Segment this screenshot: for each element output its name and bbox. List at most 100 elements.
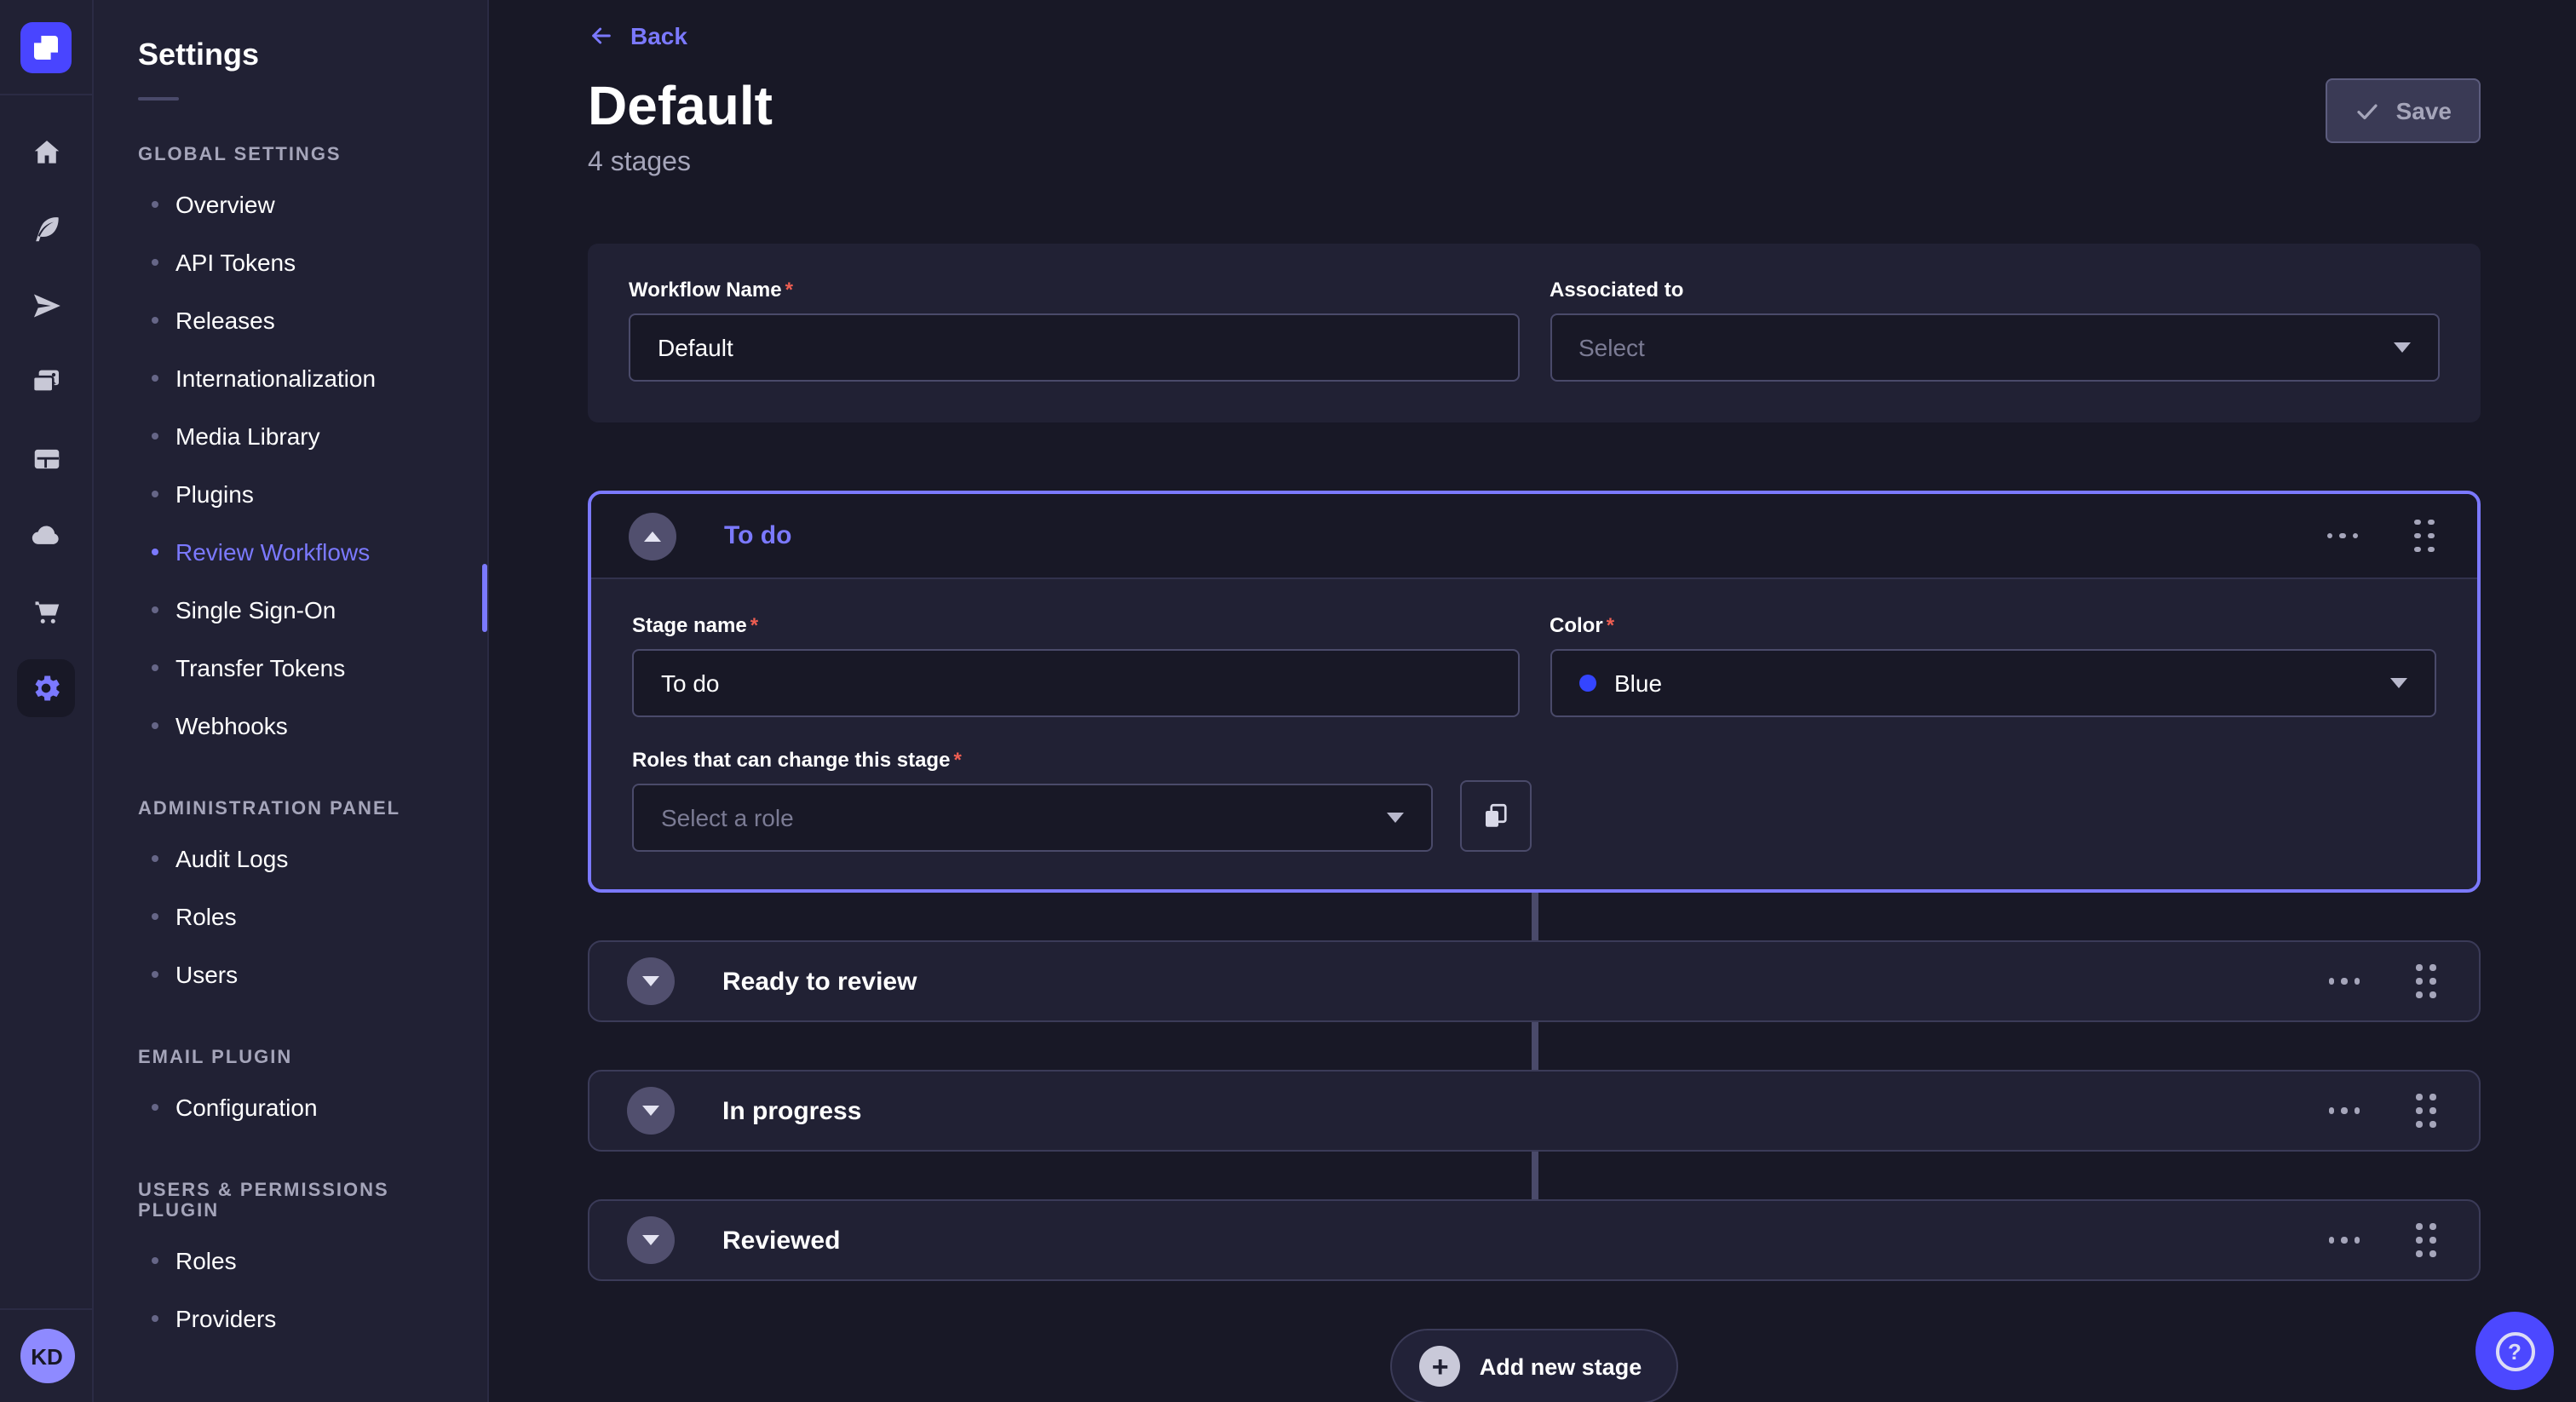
drag-handle-icon[interactable] — [2411, 1218, 2441, 1262]
sidebar-item-api-tokens[interactable]: API Tokens — [94, 233, 487, 291]
roles-select[interactable]: Select a role — [632, 784, 1433, 852]
bullet-icon — [152, 433, 158, 440]
stage-options-icon[interactable] — [2320, 526, 2365, 546]
stage-body-to-do: Stage name* Color* Blue — [591, 579, 2477, 889]
color-select[interactable]: Blue — [1550, 649, 2436, 717]
bullet-icon — [152, 855, 158, 862]
copy-icon — [1481, 801, 1511, 831]
stage-options-icon[interactable] — [2321, 1231, 2366, 1250]
section-header-users-permissions-plugin: USERS & PERMISSIONS PLUGIN — [138, 1181, 460, 1221]
main-content: Back Default 4 stages Save Workflow Name… — [489, 0, 2576, 1402]
check-icon — [2355, 98, 2381, 124]
stage-card-reviewed[interactable]: Reviewed — [588, 1199, 2481, 1281]
sidebar-item-up-roles[interactable]: Roles — [94, 1232, 487, 1290]
triangle-up-icon — [644, 531, 661, 541]
deploy-cloud-icon[interactable] — [17, 506, 75, 564]
stage-count-subtitle: 4 stages — [588, 148, 773, 179]
triangle-down-icon — [642, 1235, 659, 1245]
stage-name-input[interactable] — [632, 649, 1519, 717]
sidebar-item-internationalization[interactable]: Internationalization — [94, 349, 487, 407]
plus-icon: + — [1420, 1346, 1461, 1387]
sidebar-item-label: Overview — [175, 191, 275, 218]
workflow-name-field-group: Workflow Name* — [629, 278, 1519, 382]
bullet-icon — [152, 1315, 158, 1322]
content-type-builder-icon[interactable] — [17, 429, 75, 487]
associated-to-label-text: Associated to — [1550, 278, 1683, 302]
workflow-form-card: Workflow Name* Associated to Select — [588, 244, 2481, 422]
stage-options-icon[interactable] — [2321, 1101, 2366, 1121]
sidebar-item-up-providers[interactable]: Providers — [94, 1290, 487, 1347]
stage-header-to-do[interactable]: To do — [591, 494, 2477, 579]
save-label: Save — [2396, 97, 2452, 124]
sidebar-item-label: Providers — [175, 1305, 276, 1332]
section-header-administration-panel: ADMINISTRATION PANEL — [138, 799, 460, 819]
drag-handle-icon[interactable] — [2411, 1089, 2441, 1133]
sidebar-item-releases[interactable]: Releases — [94, 291, 487, 349]
color-select-value: Blue — [1614, 669, 1662, 697]
stage-connector-line — [1531, 882, 1538, 1240]
sidebar-item-label: Media Library — [175, 422, 320, 450]
required-asterisk: * — [953, 748, 961, 772]
chevron-down-icon — [2394, 342, 2411, 353]
roles-label: Roles that can change this stage* — [632, 748, 1433, 772]
sidebar-item-label: Transfer Tokens — [175, 654, 345, 681]
expand-toggle-icon[interactable] — [627, 957, 675, 1005]
back-link[interactable]: Back — [588, 22, 687, 49]
home-icon[interactable] — [17, 123, 75, 181]
content-manager-icon[interactable] — [17, 199, 75, 257]
drag-handle-icon[interactable] — [2411, 959, 2441, 1003]
chevron-down-icon — [2390, 678, 2407, 688]
sidebar-item-plugins[interactable]: Plugins — [94, 465, 487, 523]
bullet-icon — [152, 491, 158, 497]
media-library-icon[interactable] — [17, 353, 75, 411]
sidebar-item-media-library[interactable]: Media Library — [94, 407, 487, 465]
releases-icon[interactable] — [17, 276, 75, 334]
save-button[interactable]: Save — [2326, 78, 2481, 143]
section-header-email-plugin: EMAIL PLUGIN — [138, 1048, 460, 1068]
add-new-stage-button[interactable]: + Add new stage — [1391, 1329, 1678, 1402]
bullet-icon — [152, 1104, 158, 1111]
associated-to-placeholder: Select — [1578, 334, 1645, 361]
stage-card-ready-to-review[interactable]: Ready to review — [588, 940, 2481, 1022]
workflow-name-input[interactable] — [629, 313, 1519, 382]
sidebar-item-label: Releases — [175, 307, 275, 334]
expand-toggle-icon[interactable] — [627, 1087, 675, 1135]
sidebar-item-webhooks[interactable]: Webhooks — [94, 697, 487, 755]
stage-title: In progress — [722, 1096, 861, 1125]
back-label: Back — [630, 22, 687, 49]
sidebar-item-label: Roles — [175, 1247, 237, 1274]
associated-to-label: Associated to — [1550, 278, 2440, 302]
strapi-logo[interactable] — [20, 22, 72, 73]
bullet-icon — [152, 317, 158, 324]
sidebar-item-review-workflows[interactable]: Review Workflows — [94, 523, 487, 581]
stage-name-label: Stage name* — [632, 613, 1519, 637]
duplicate-stage-button[interactable] — [1460, 780, 1532, 852]
stage-name-label-text: Stage name — [632, 613, 747, 637]
user-avatar[interactable]: KD — [20, 1329, 74, 1383]
sidebar-scrollbar-thumb[interactable] — [482, 564, 487, 632]
sidebar-item-label: API Tokens — [175, 249, 296, 276]
triangle-down-icon — [642, 1106, 659, 1116]
marketplace-cart-icon[interactable] — [17, 583, 75, 641]
stage-card-in-progress[interactable]: In progress — [588, 1070, 2481, 1152]
associated-to-select[interactable]: Select — [1550, 313, 2440, 382]
stage-title: Reviewed — [722, 1226, 840, 1255]
sidebar-item-overview[interactable]: Overview — [94, 175, 487, 233]
sidebar-item-label: Users — [175, 961, 238, 988]
stage-name-field-group: Stage name* — [632, 613, 1519, 717]
help-button[interactable]: ? — [2475, 1312, 2554, 1390]
settings-gear-icon[interactable] — [17, 659, 75, 717]
sidebar-item-email-configuration[interactable]: Configuration — [94, 1078, 487, 1136]
sidebar-item-admin-users[interactable]: Users — [94, 945, 487, 1003]
sidebar-item-audit-logs[interactable]: Audit Logs — [94, 830, 487, 888]
sidebar-item-transfer-tokens[interactable]: Transfer Tokens — [94, 639, 487, 697]
bullet-icon — [152, 549, 158, 555]
bullet-icon — [152, 913, 158, 920]
drag-handle-icon[interactable] — [2409, 514, 2440, 558]
stage-options-icon[interactable] — [2321, 972, 2366, 991]
bullet-icon — [152, 664, 158, 671]
sidebar-item-single-sign-on[interactable]: Single Sign-On — [94, 581, 487, 639]
sidebar-item-admin-roles[interactable]: Roles — [94, 888, 487, 945]
expand-toggle-icon[interactable] — [627, 1216, 675, 1264]
collapse-toggle-icon[interactable] — [629, 512, 676, 560]
